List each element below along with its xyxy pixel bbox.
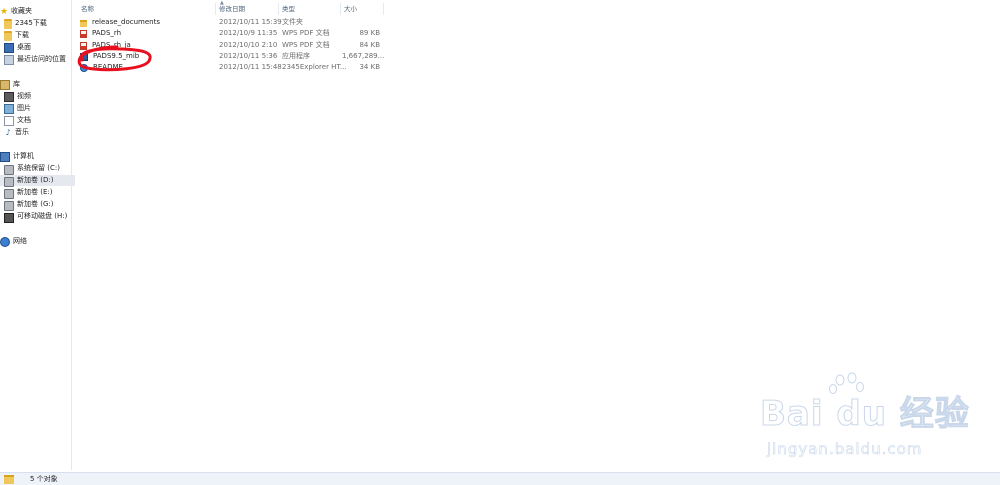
file-type: WPS PDF 文档 [282,41,330,49]
nav-item-label: 文档 [17,116,31,124]
nav-item-label: 下载 [15,31,29,39]
drive-icon [4,200,14,211]
column-header-type[interactable]: 类型 [282,4,295,14]
recent-places-icon [4,54,14,65]
star-icon: ★ [0,6,9,17]
file-row-release-documents[interactable]: release_documents 2012/10/11 15:39 文件夹 [72,17,392,28]
nav-libraries[interactable]: 库 [0,79,20,90]
file-date: 2012/10/10 2:10 [219,41,278,49]
drive-icon [4,188,14,199]
nav-item-label: 最近访问的位置 [17,55,66,63]
column-divider[interactable] [340,3,341,15]
nav-computer-label: 计算机 [13,152,34,160]
file-date: 2012/10/9 11:35 [219,29,278,37]
video-icon [4,91,14,102]
column-divider[interactable] [278,3,279,15]
drive-icon [4,176,14,187]
folder-icon [80,19,87,27]
nav-item-label: 可移动磁盘 (H:) [17,212,68,220]
file-name-cell: PADS_rh [80,28,121,39]
nav-item-label: 新加卷 (D:) [17,176,54,184]
file-size: 34 KB [359,63,380,71]
downloads-folder-icon [4,30,12,41]
file-type: 2345Explorer HT... [282,63,347,71]
file-type: 文件夹 [282,18,303,26]
nav-computer[interactable]: 计算机 [0,151,34,162]
column-header-size[interactable]: 大小 [344,4,357,14]
watermark-url: jingyan.baidu.com [767,440,923,459]
nav-item-drive-d[interactable]: 新加卷 (D:) [0,175,75,187]
navigation-pane: ★ 收藏夹 2345下载 下载 桌面 最近访问的位置 库 视频 图片 文档 ♪ … [0,0,75,470]
pdf-icon [80,29,87,38]
nav-item-label: 系统保留 (C:) [17,164,60,172]
nav-network-label: 网络 [13,237,27,245]
nav-item-drive-e[interactable]: 新加卷 (E:) [0,187,53,199]
nav-item-label: 视频 [17,92,31,100]
pictures-icon [4,103,14,114]
nav-item-label: 2345下载 [15,19,47,27]
nav-item-documents[interactable]: 文档 [0,115,31,126]
nav-item-pictures[interactable]: 图片 [0,103,31,114]
file-size: 89 KB [359,29,380,37]
file-date: 2012/10/11 5:36 [219,52,278,60]
file-name: PADS_rh [92,29,122,37]
nav-item-drive-c[interactable]: 系统保留 (C:) [0,163,60,175]
removable-drive-icon [4,212,14,223]
column-header-name[interactable]: 名称 [81,4,94,14]
nav-network[interactable]: 网络 [0,236,27,247]
column-divider[interactable] [383,3,384,15]
nav-item-music[interactable]: ♪ 音乐 [0,127,29,138]
nav-favorites-label: 收藏夹 [11,7,32,15]
nav-libraries-label: 库 [13,80,20,88]
nav-favorites[interactable]: ★ 收藏夹 [0,6,32,17]
nav-item-label: 图片 [17,104,31,112]
documents-icon [4,115,14,126]
file-date: 2012/10/11 15:48 [219,63,282,71]
file-row-pads-rh[interactable]: PADS_rh 2012/10/9 11:35 WPS PDF 文档 89 KB [72,28,392,39]
folder-icon [4,18,12,29]
watermark-brand: Bai du 经验 [760,394,970,435]
nav-item-label: 音乐 [15,128,29,136]
file-size: 1,667,289... [342,52,385,60]
nav-item-2345-downloads[interactable]: 2345下载 [0,18,47,29]
nav-item-videos[interactable]: 视频 [0,91,31,102]
file-size: 84 KB [359,41,380,49]
baidu-jingyan-watermark: Bai du 经验 jingyan.baidu.com [760,372,969,462]
network-icon [0,236,10,247]
nav-item-label: 新加卷 (G:) [17,200,54,208]
nav-item-label: 新加卷 (E:) [17,188,53,196]
highlight-annotation [77,45,152,72]
file-type: WPS PDF 文档 [282,29,330,37]
drive-icon [4,164,14,175]
computer-icon [0,151,10,162]
item-count: 5 个对象 [30,475,58,483]
music-icon: ♪ [5,127,11,137]
column-header-date[interactable]: 修改日期 [219,4,245,14]
column-divider[interactable] [215,3,216,15]
library-icon [0,79,10,90]
file-date: 2012/10/11 15:39 [219,18,282,26]
file-name-cell: release_documents [80,17,160,28]
nav-item-drive-g[interactable]: 新加卷 (G:) [0,199,54,211]
nav-item-removable-h[interactable]: 可移动磁盘 (H:) [0,211,68,223]
desktop-icon [4,42,14,53]
nav-item-desktop[interactable]: 桌面 [0,42,31,53]
folder-icon [4,475,14,484]
status-bar: 5 个对象 [0,472,1000,485]
file-name: release_documents [92,18,160,26]
nav-item-label: 桌面 [17,43,31,51]
file-type: 应用程序 [282,52,310,60]
nav-item-recent-places[interactable]: 最近访问的位置 [0,54,66,65]
nav-item-downloads[interactable]: 下载 [0,30,29,41]
